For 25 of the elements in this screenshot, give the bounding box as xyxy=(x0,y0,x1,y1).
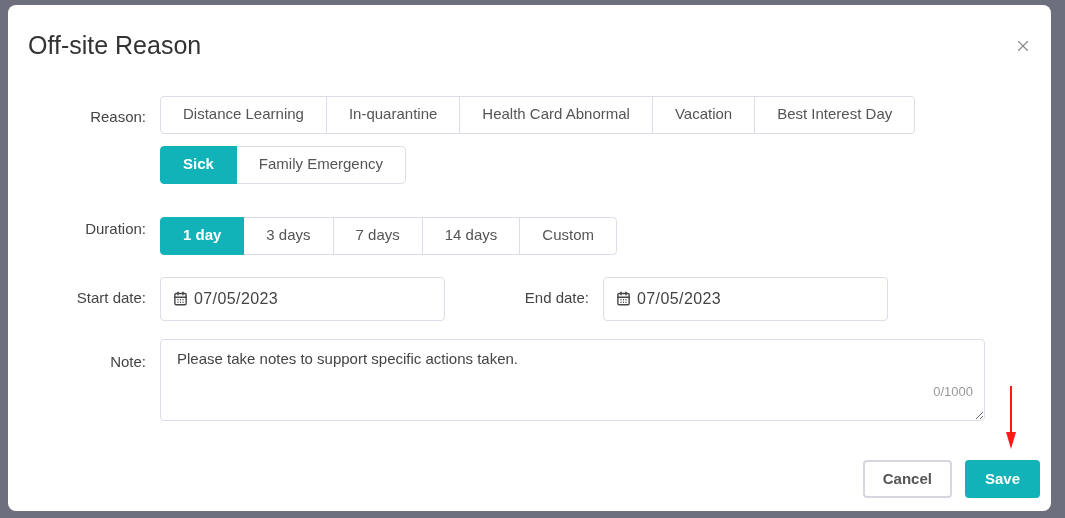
date-field[interactable]: 07/05/2023 xyxy=(603,276,888,321)
option-button[interactable]: Vacation xyxy=(651,95,756,134)
field-label: Note: xyxy=(109,351,146,372)
field-label: Duration: xyxy=(84,218,146,239)
option-button[interactable]: 14 days xyxy=(421,216,521,255)
dialog-button[interactable]: Cancel xyxy=(862,460,952,498)
option-button[interactable]: Best Interest Day xyxy=(754,95,916,134)
field-label: Reason: xyxy=(89,106,146,127)
dialog-title: Off-site Reason xyxy=(28,30,202,61)
option-button[interactable]: 3 days xyxy=(243,216,334,255)
field-label: End date: xyxy=(523,288,589,309)
option-button[interactable]: Custom xyxy=(519,216,617,255)
date-field[interactable]: 07/05/2023 xyxy=(160,276,445,321)
option-button[interactable]: Health Card Abnormal xyxy=(459,95,653,134)
calendar-icon xyxy=(173,291,188,306)
date-value: 07/05/2023 xyxy=(637,288,722,309)
character-counter: 0/1000 xyxy=(933,383,973,401)
option-button[interactable]: In-quarantine xyxy=(325,95,461,134)
option-button[interactable]: Distance Learning xyxy=(160,95,327,134)
annotation-arrow xyxy=(1005,386,1017,450)
calendar-icon xyxy=(616,291,631,306)
field-label: Start date: xyxy=(75,288,146,309)
option-button[interactable]: 7 days xyxy=(332,216,423,255)
date-value: 07/05/2023 xyxy=(194,288,279,309)
option-button[interactable]: Family Emergency xyxy=(235,145,407,184)
